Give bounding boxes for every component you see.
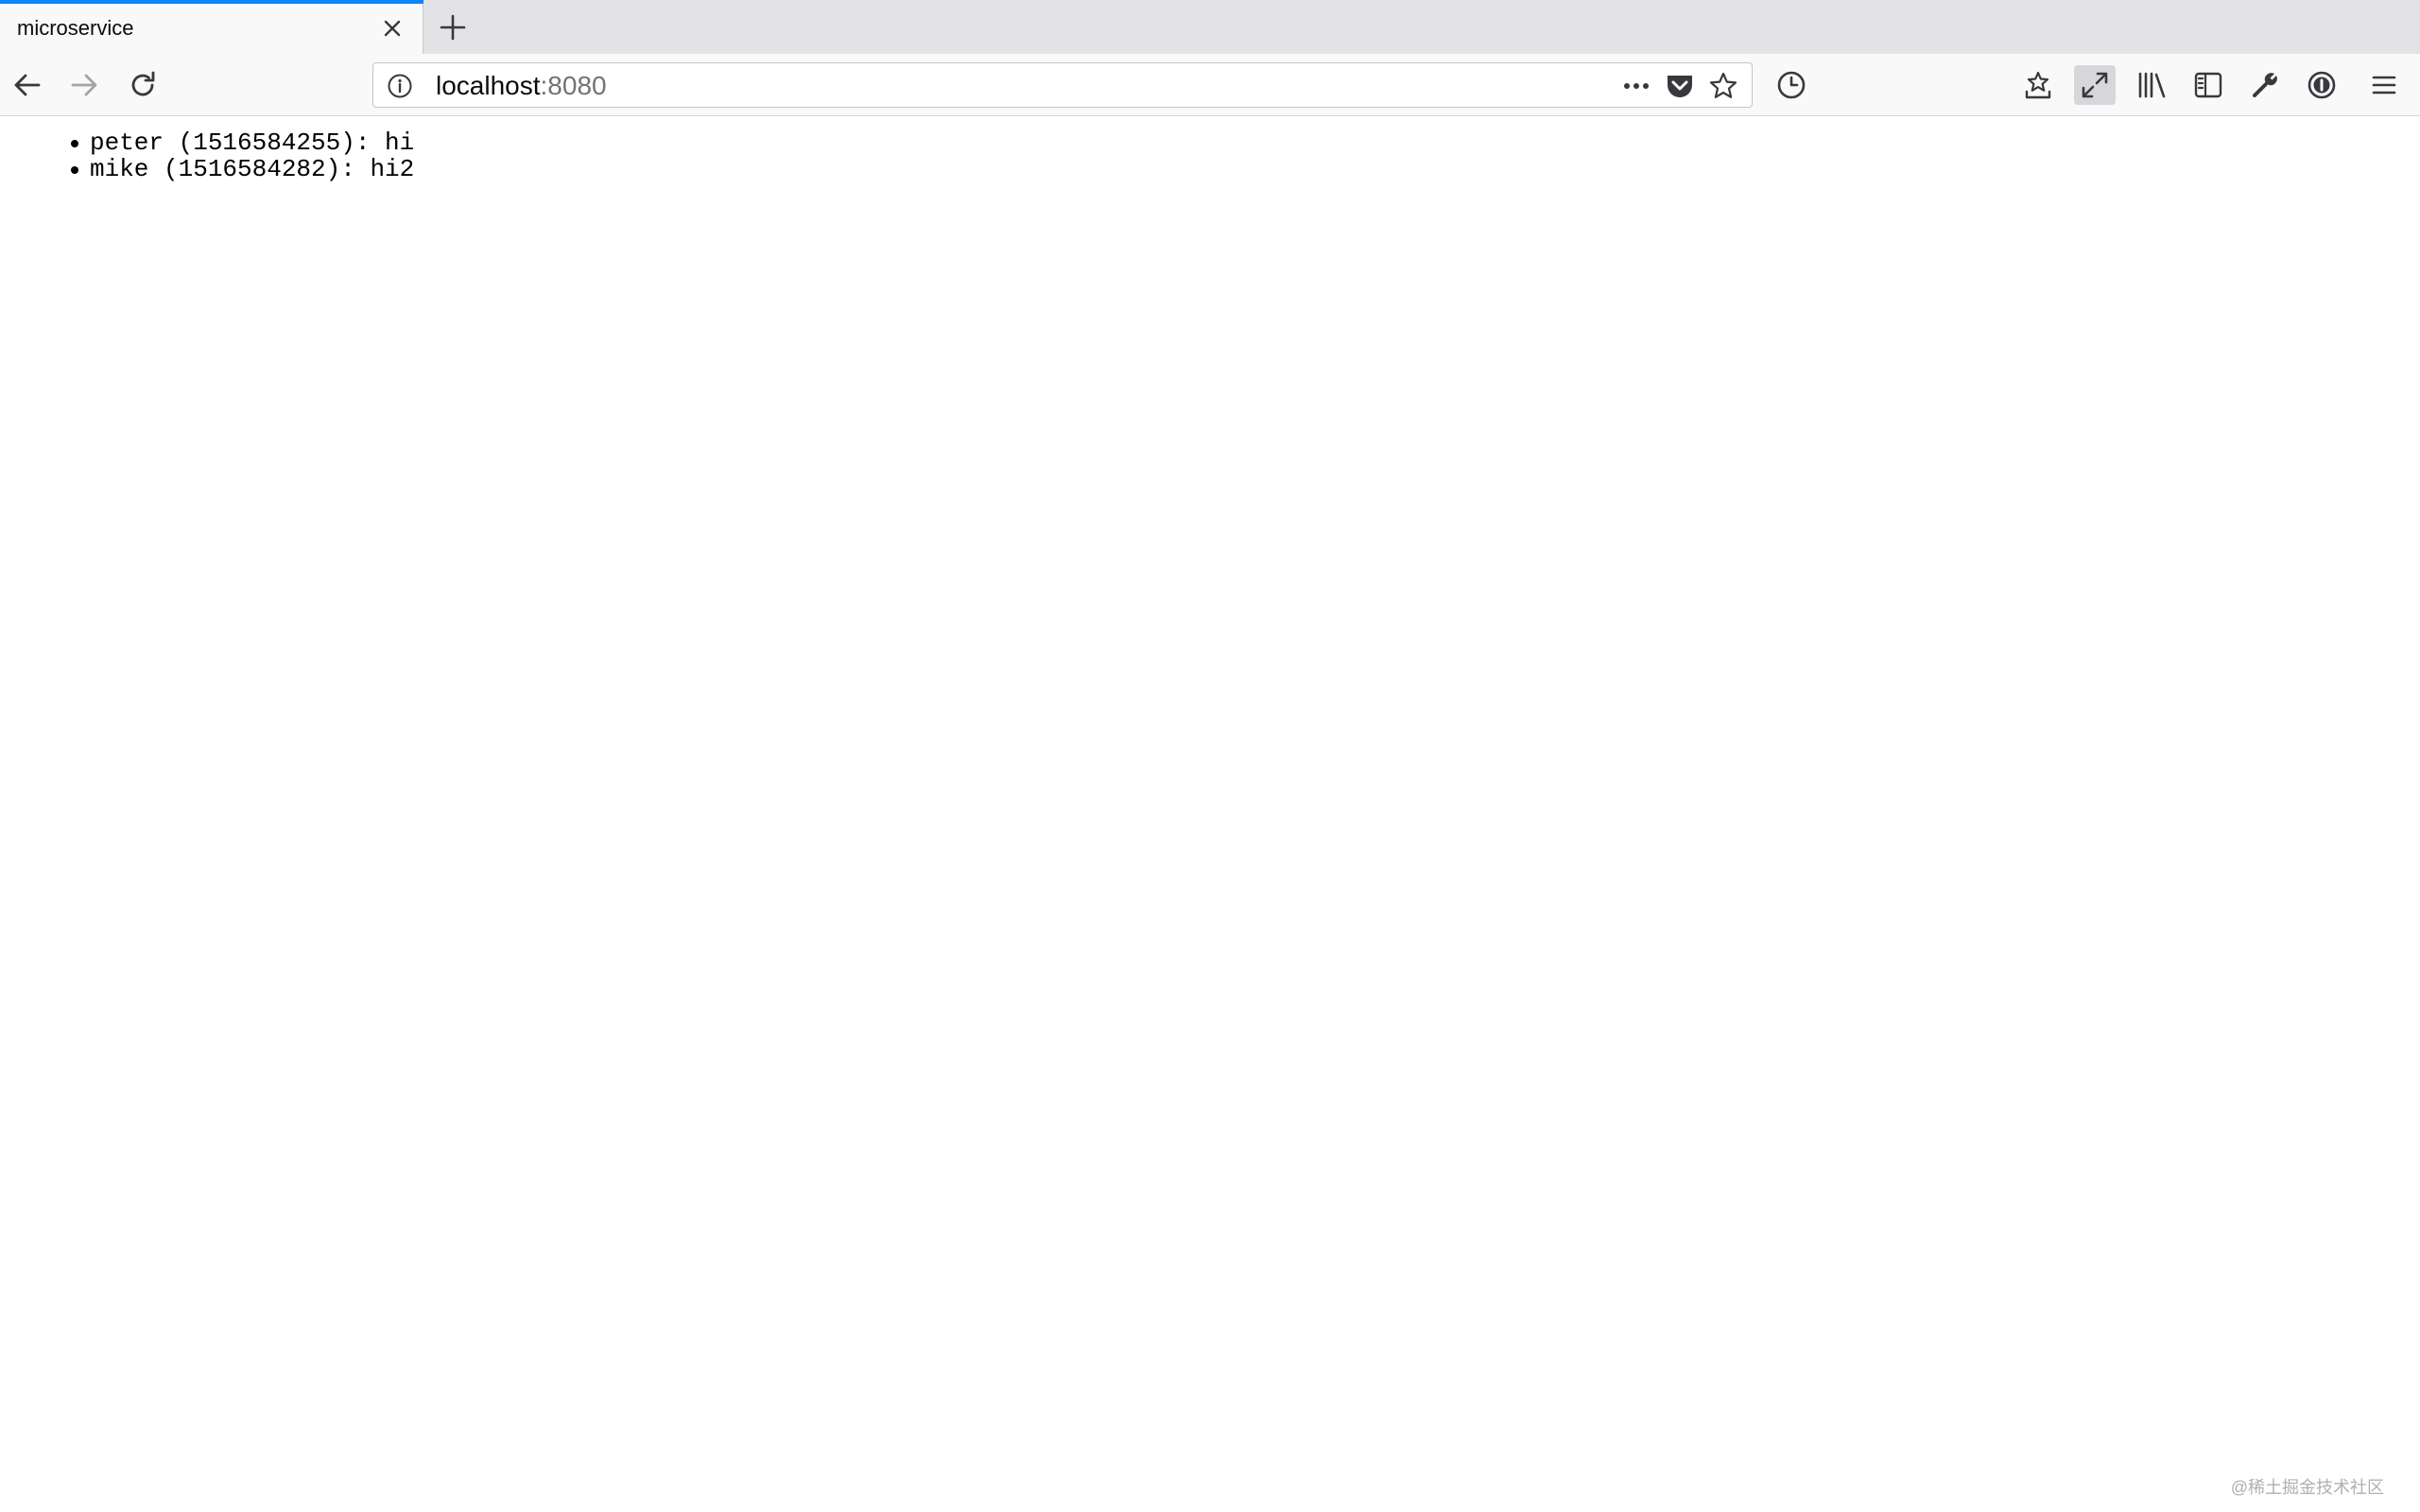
list-item: peter (1516584255): hi: [62, 129, 414, 156]
bookmarks-toolbar-button[interactable]: [2017, 65, 2059, 105]
url-bar[interactable]: localhost:8080: [372, 62, 1753, 108]
plus-icon[interactable]: [437, 11, 469, 43]
info-icon[interactable]: [387, 73, 413, 99]
library-button[interactable]: [2131, 65, 2172, 105]
reload-button[interactable]: [127, 69, 159, 101]
message-text: mike (1516584282): hi2: [90, 155, 415, 183]
watermark: @稀土掘金技术社区: [2230, 1478, 2384, 1497]
bullet: [71, 140, 78, 147]
navigation-toolbar: localhost:8080: [0, 54, 2420, 116]
sidebar-button[interactable]: [2187, 65, 2229, 105]
clock-icon: [1777, 71, 1806, 99]
url-host: localhost: [436, 71, 541, 100]
url-port: :8080: [540, 71, 607, 100]
back-button[interactable]: [11, 69, 43, 101]
expand-icon: [2082, 72, 2108, 98]
pocket-icon[interactable]: [1665, 71, 1695, 101]
tab-microservice[interactable]: microservice: [0, 0, 424, 54]
wrench-icon: [2253, 73, 2277, 97]
sidebar-icon: [2194, 72, 2222, 98]
page-content: peter (1516584255): hi mike (1516584282)…: [0, 116, 2420, 1512]
fullscreen-button[interactable]: [2074, 65, 2116, 105]
browser-window: microservice localhost:8080 peter (15165…: [0, 0, 2420, 1512]
close-icon[interactable]: [378, 14, 406, 43]
developer-tools-button[interactable]: [2244, 65, 2286, 105]
list-item: mike (1516584282): hi2: [62, 156, 414, 182]
url-text[interactable]: localhost:8080: [436, 73, 607, 99]
arrow-right-icon: [71, 74, 97, 96]
tab-strip: microservice: [0, 0, 2420, 54]
more-icon[interactable]: [1621, 71, 1651, 101]
bullet: [71, 166, 78, 174]
hamburger-icon: [2372, 76, 2396, 94]
star-tray-icon: [2025, 71, 2051, 99]
tab-title: microservice: [17, 16, 134, 40]
message-list: peter (1516584255): hi mike (1516584282)…: [62, 129, 414, 182]
tab-active-indicator: [0, 0, 424, 4]
library-icon: [2138, 72, 2166, 98]
reload-icon: [131, 71, 155, 96]
password-manager-button[interactable]: [2301, 65, 2342, 105]
arrow-left-icon: [14, 74, 41, 96]
star-icon[interactable]: [1708, 71, 1738, 101]
menu-button[interactable]: [2363, 65, 2405, 105]
forward-button[interactable]: [68, 69, 100, 101]
history-button[interactable]: [1775, 69, 1807, 101]
message-text: peter (1516584255): hi: [90, 129, 415, 157]
password-icon: [2308, 71, 2336, 99]
